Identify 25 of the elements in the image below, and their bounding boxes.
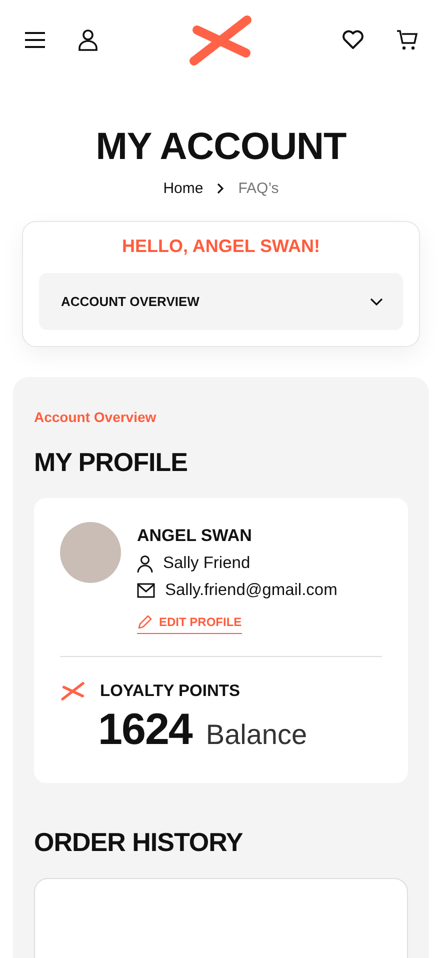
email-text: Sally.friend@gmail.com <box>165 581 338 600</box>
breadcrumb-link[interactable]: Home <box>163 180 204 197</box>
points-value: 1624 <box>98 705 192 755</box>
loyalty-label: LOYALTY POINTS <box>100 682 240 700</box>
user-icon[interactable] <box>78 29 98 51</box>
profile-name: ANGEL SWAN <box>137 526 253 546</box>
chevron-right-icon <box>217 183 224 194</box>
username-text: Sally Friend <box>163 554 250 573</box>
logo-icon <box>60 681 86 701</box>
chevron-down-icon <box>370 298 383 306</box>
page-title: MY ACCOUNT <box>94 125 348 170</box>
points-caption: Balance <box>206 719 308 751</box>
mail-icon <box>137 583 155 598</box>
logo-icon[interactable] <box>189 14 253 66</box>
pencil-icon <box>137 614 153 630</box>
heart-icon[interactable] <box>342 30 364 50</box>
greeting-text: HELLO, ANGEL SWAN! <box>121 236 321 257</box>
section-dropdown[interactable]: ACCOUNT OVERVIEW <box>39 273 403 330</box>
section-heading: ORDER HISTORY <box>34 827 244 858</box>
section-heading: MY PROFILE <box>34 447 188 478</box>
user-icon <box>137 554 153 572</box>
menu-icon[interactable] <box>24 31 46 49</box>
cart-icon[interactable] <box>396 29 418 51</box>
breadcrumb-link[interactable]: FAQ’s <box>238 180 279 197</box>
section-label: Account Overview <box>34 409 158 425</box>
